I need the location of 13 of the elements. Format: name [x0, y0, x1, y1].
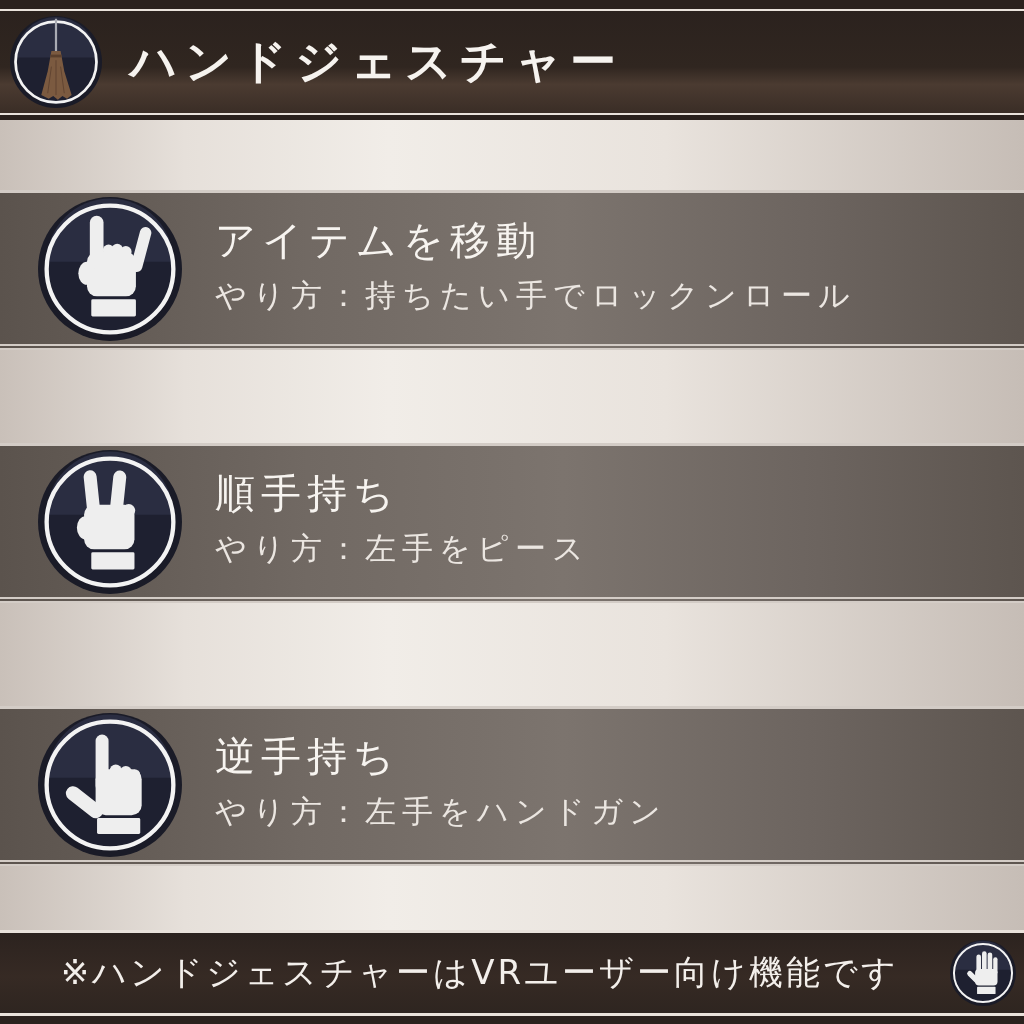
- broom-icon: [10, 16, 102, 108]
- gesture-title: 逆手持ち: [215, 731, 400, 780]
- gesture-title: アイテムを移動: [215, 215, 542, 264]
- gesture-instruction: やり方：左手をピース: [215, 528, 590, 567]
- horns-hand-icon: [38, 196, 182, 341]
- gesture-title: 順手持ち: [215, 468, 400, 517]
- screen-title: ハンドジェスチャー: [130, 34, 624, 90]
- gesture-instruction: やり方：持ちたい手でロックンロール: [215, 275, 856, 314]
- footer-note: ※ハンドジェスチャーはVRユーザー向け機能です: [59, 951, 901, 994]
- peace-hand-icon: [38, 449, 182, 594]
- open-hand-icon[interactable]: [950, 940, 1016, 1006]
- pointing-hand-icon: [38, 712, 182, 857]
- gesture-instruction: やり方：左手をハンドガン: [215, 791, 667, 830]
